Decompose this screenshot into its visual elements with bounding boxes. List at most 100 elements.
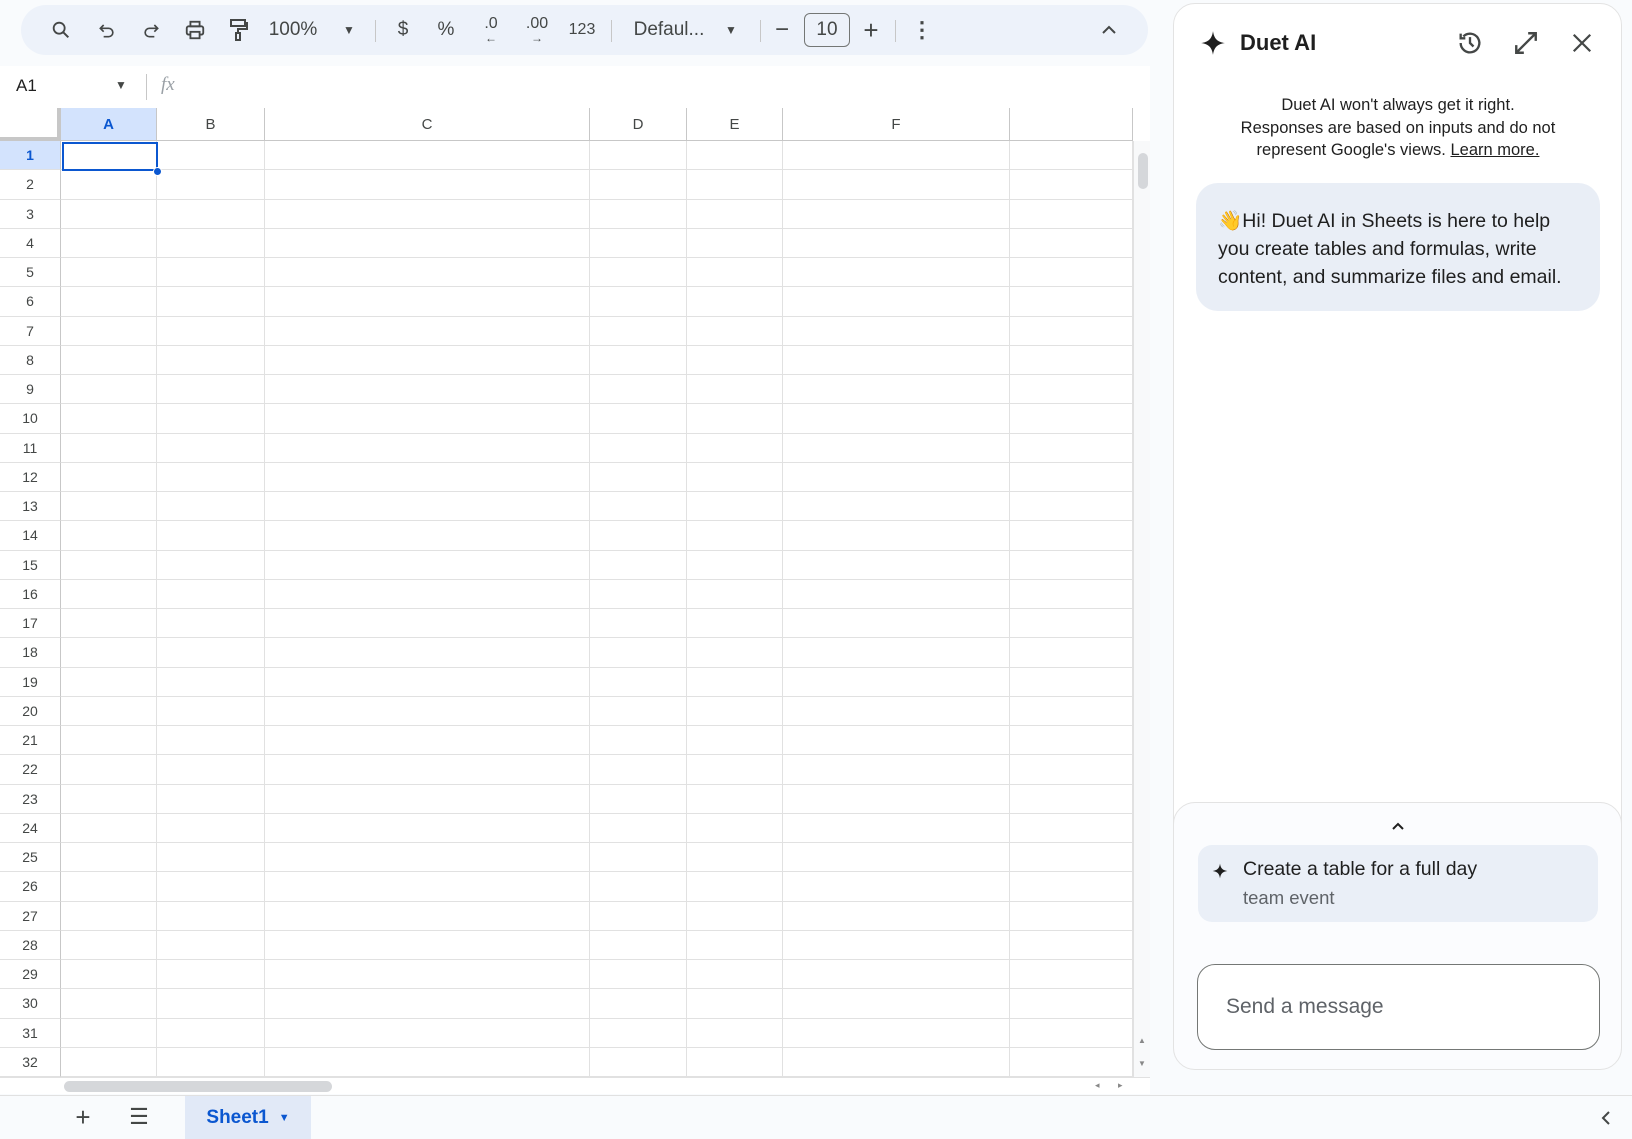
horizontal-scrollbar[interactable]: ◂ ▸ [0, 1077, 1150, 1094]
panel-title: Duet AI [1240, 30, 1317, 55]
currency-button[interactable]: $ [391, 5, 415, 55]
row-gridline [61, 842, 1133, 843]
row-header-20[interactable]: 20 [0, 696, 61, 726]
expand-icon[interactable] [1511, 28, 1541, 58]
row-header-10[interactable]: 10 [0, 404, 61, 434]
row-header-3[interactable]: 3 [0, 199, 61, 229]
suggestion-chip[interactable]: Create a table for a full day team event [1198, 845, 1598, 922]
horizontal-scroll-thumb[interactable] [64, 1081, 332, 1092]
scroll-right-icon[interactable]: ▸ [1118, 1080, 1123, 1091]
font-caret-icon[interactable]: ▼ [721, 5, 741, 55]
column-header-g[interactable] [1010, 108, 1133, 141]
scroll-down-icon[interactable]: ▼ [1138, 1059, 1146, 1068]
column-header-d[interactable]: D [590, 108, 687, 141]
percent-button[interactable]: % [434, 5, 458, 55]
column-header-c[interactable]: C [265, 108, 590, 141]
font-size-increase-button[interactable]: + [860, 5, 882, 55]
row-header-30[interactable]: 30 [0, 989, 61, 1019]
more-options-icon[interactable]: ⋮ [911, 5, 933, 55]
vertical-scroll-thumb[interactable] [1138, 153, 1148, 189]
decrease-decimal-button[interactable]: .0 ← [476, 5, 506, 55]
row-header-12[interactable]: 12 [0, 462, 61, 492]
row-gridline [61, 198, 1133, 200]
show-side-panel-icon[interactable] [1596, 1104, 1616, 1132]
chevron-up-icon[interactable] [1384, 817, 1412, 835]
row-gridline [61, 959, 1133, 960]
column-gridline [686, 141, 687, 1077]
font-select[interactable]: Defaul... [629, 5, 709, 55]
row-header-18[interactable]: 18 [0, 638, 61, 668]
spreadsheet-grid[interactable]: ABCDEF 1 2 3 4 5 6 7 8 9 10 11 12 13 14 15 16 17 18 19 20 21… [0, 108, 1150, 1094]
history-icon[interactable] [1455, 28, 1485, 58]
column-header-b[interactable]: B [157, 108, 265, 141]
row-header-23[interactable]: 23 [0, 784, 61, 814]
row-header-26[interactable]: 26 [0, 872, 61, 902]
row-header-31[interactable]: 31 [0, 1018, 61, 1048]
learn-more-link[interactable]: Learn more. [1450, 141, 1539, 159]
row-header-14[interactable]: 14 [0, 521, 61, 551]
row-header-27[interactable]: 27 [0, 901, 61, 931]
selected-cell-a1[interactable] [62, 142, 158, 171]
row-gridline [61, 988, 1133, 990]
row-header-4[interactable]: 4 [0, 228, 61, 258]
search-icon[interactable] [45, 5, 77, 55]
row-header-7[interactable]: 7 [0, 316, 61, 346]
row-gridline [61, 812, 1133, 814]
row-header-13[interactable]: 13 [0, 492, 61, 522]
more-formats-button[interactable]: 123 [565, 5, 599, 55]
column-header-f[interactable]: F [783, 108, 1010, 141]
row-header-11[interactable]: 11 [0, 433, 61, 463]
row-header-15[interactable]: 15 [0, 550, 61, 580]
row-header-5[interactable]: 5 [0, 258, 61, 288]
vertical-scrollbar[interactable]: ▲ ▼ [1133, 141, 1150, 1077]
row-header-16[interactable]: 16 [0, 579, 61, 609]
row-gridline [61, 520, 1133, 522]
select-all-corner[interactable] [0, 108, 61, 141]
zoom-select[interactable]: 100% [261, 5, 325, 55]
row-header-22[interactable]: 22 [0, 755, 61, 785]
row-header-9[interactable]: 9 [0, 375, 61, 405]
row-gridline [61, 578, 1133, 580]
font-size-decrease-button[interactable]: − [771, 5, 793, 55]
column-gridline [156, 141, 157, 1077]
name-box-caret-icon[interactable]: ▼ [115, 78, 127, 92]
row-header-1[interactable]: 1 [0, 141, 61, 171]
print-icon[interactable] [179, 5, 211, 55]
undo-icon[interactable] [91, 5, 123, 55]
row-header-2[interactable]: 2 [0, 170, 61, 200]
row-header-6[interactable]: 6 [0, 287, 61, 317]
paint-format-icon[interactable] [223, 5, 255, 55]
row-header-28[interactable]: 28 [0, 930, 61, 960]
all-sheets-icon[interactable]: ☰ [126, 1102, 152, 1132]
row-header-21[interactable]: 21 [0, 726, 61, 756]
close-icon[interactable] [1567, 28, 1597, 58]
zoom-caret-icon[interactable]: ▼ [339, 5, 359, 55]
row-header-24[interactable]: 24 [0, 813, 61, 843]
sheet-tab-caret-icon[interactable]: ▼ [279, 1112, 290, 1124]
row-header-25[interactable]: 25 [0, 843, 61, 873]
row-header-17[interactable]: 17 [0, 609, 61, 639]
font-size-input[interactable]: 10 [804, 13, 850, 47]
collapse-toolbar-icon[interactable] [1097, 5, 1121, 55]
sheet-tab-sheet1[interactable]: Sheet1 ▼ [185, 1096, 311, 1139]
name-box[interactable]: A1 [16, 76, 37, 96]
column-header-a[interactable]: A [61, 108, 157, 141]
row-header-32[interactable]: 32 [0, 1047, 61, 1077]
scroll-left-icon[interactable]: ◂ [1095, 1080, 1100, 1091]
row-gridline [61, 169, 1133, 171]
row-gridline [61, 1017, 1133, 1019]
row-header-19[interactable]: 19 [0, 667, 61, 697]
row-gridline [61, 403, 1133, 405]
formula-input[interactable] [195, 72, 1145, 102]
row-header-29[interactable]: 29 [0, 960, 61, 990]
row-header-8[interactable]: 8 [0, 345, 61, 375]
message-input[interactable]: Send a message [1197, 964, 1600, 1050]
increase-decimal-button[interactable]: .00 → [521, 5, 553, 55]
sparkle-small-icon [1210, 861, 1230, 881]
fill-handle[interactable] [153, 167, 162, 176]
redo-icon[interactable] [135, 5, 167, 55]
disclaimer: Duet AI won't always get it right. Respo… [1240, 96, 1556, 159]
scroll-up-icon[interactable]: ▲ [1138, 1036, 1146, 1045]
add-sheet-icon[interactable]: + [70, 1102, 96, 1132]
column-header-e[interactable]: E [687, 108, 783, 141]
